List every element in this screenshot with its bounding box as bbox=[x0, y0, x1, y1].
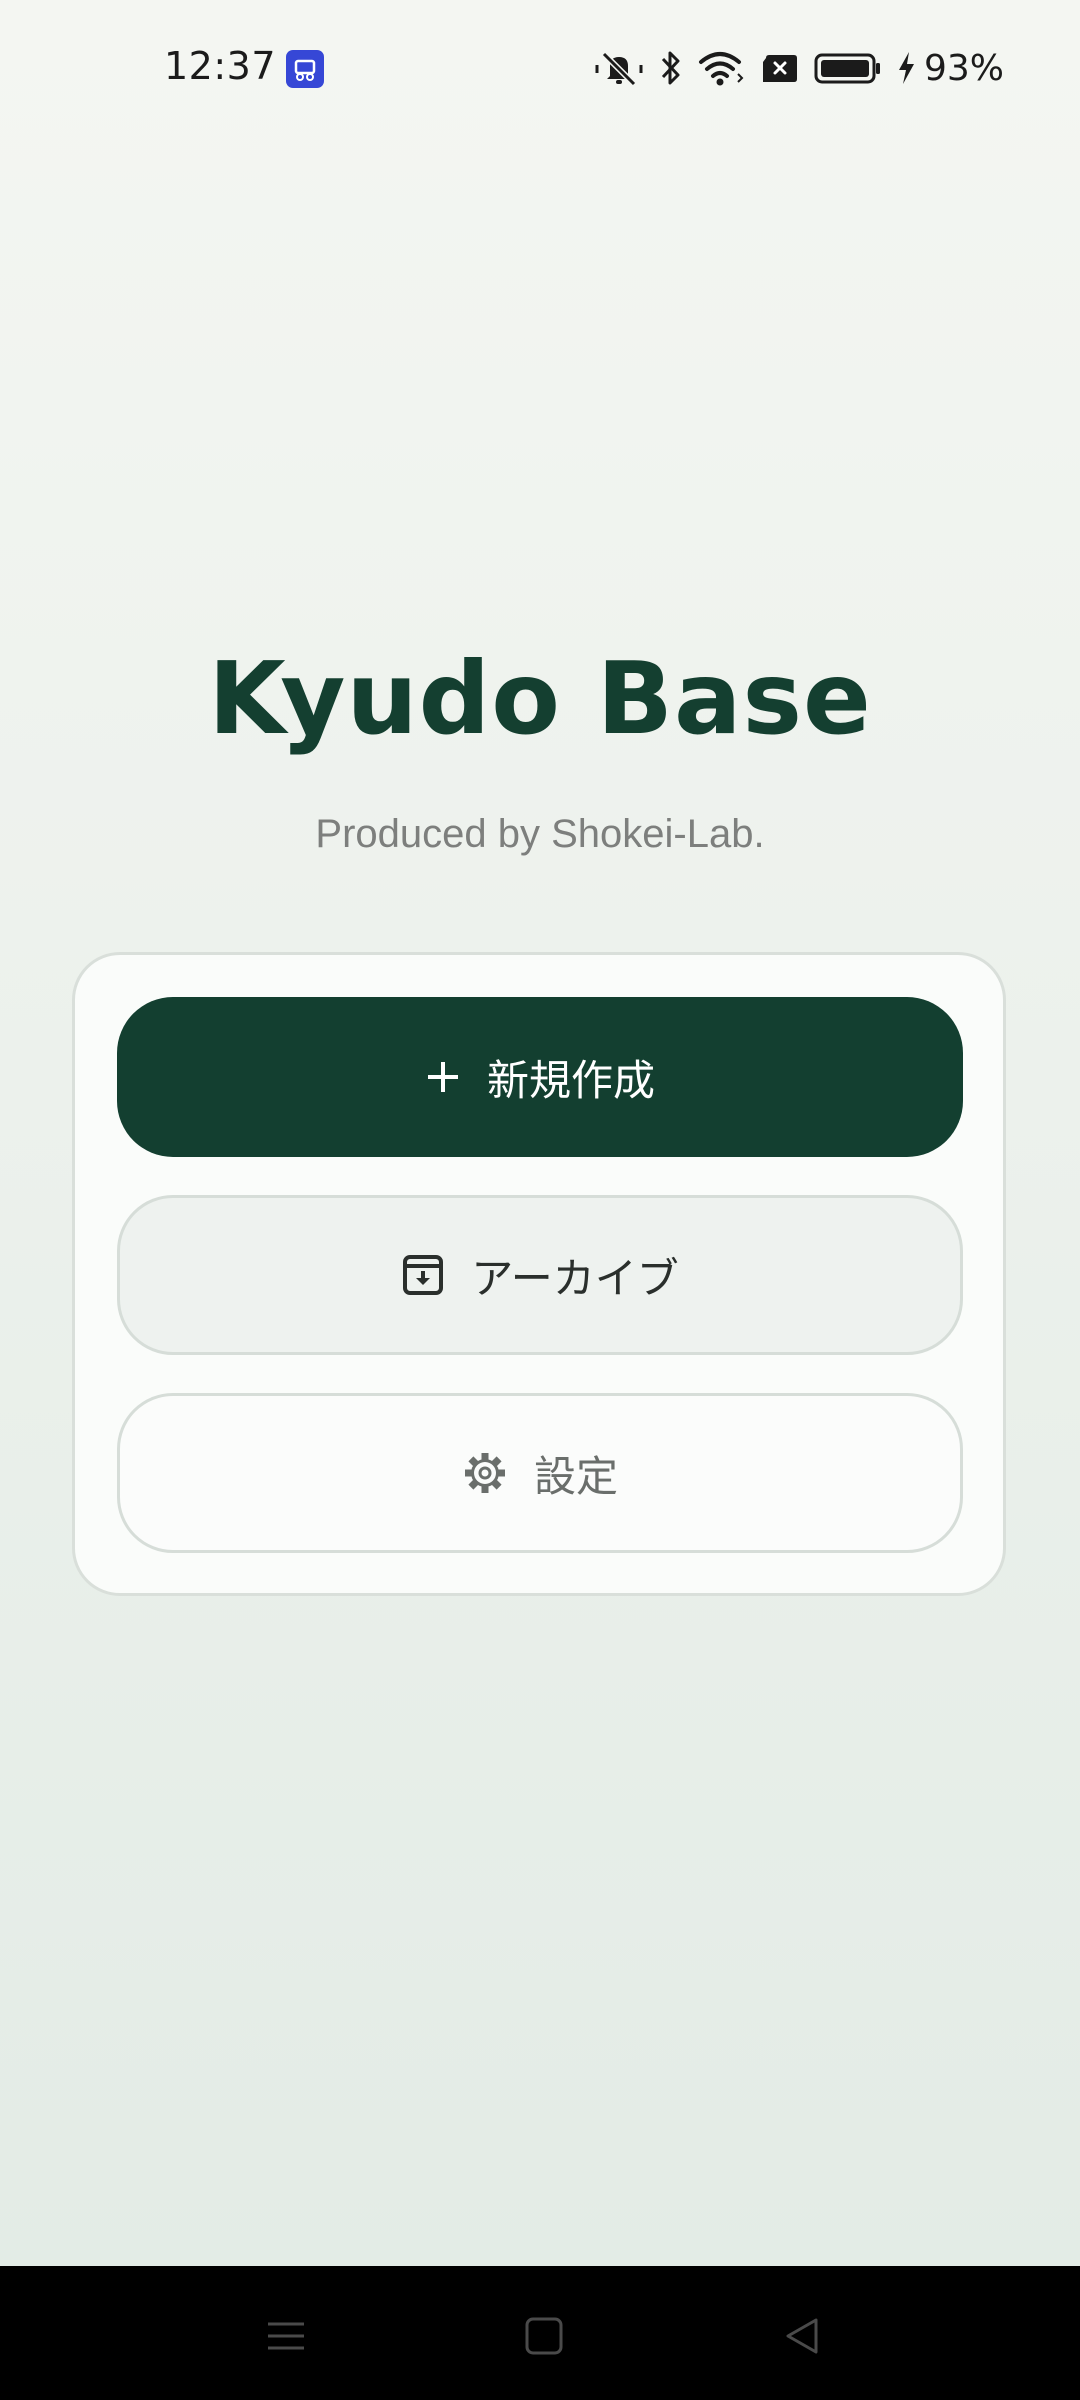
home-icon[interactable] bbox=[514, 2306, 574, 2366]
battery-icon bbox=[814, 48, 882, 88]
settings-button[interactable]: 設定 bbox=[117, 1393, 963, 1553]
new-record-button[interactable]: 新規作成 bbox=[117, 997, 963, 1157]
archive-label: アーカイブ bbox=[471, 1253, 679, 1303]
new-record-label: 新規作成 bbox=[486, 1055, 655, 1105]
menu-icon[interactable] bbox=[256, 2306, 316, 2366]
archive-button[interactable]: アーカイブ bbox=[117, 1195, 963, 1355]
settings-label: 設定 bbox=[533, 1451, 618, 1501]
mute-icon bbox=[594, 48, 644, 88]
navigation-bar bbox=[0, 2266, 1080, 2400]
plus-icon bbox=[425, 1059, 461, 1095]
back-icon[interactable] bbox=[772, 2306, 832, 2366]
no-sim-icon bbox=[760, 48, 800, 88]
app-notification-icon bbox=[286, 50, 324, 88]
status-time: 12:37 bbox=[164, 44, 277, 88]
app-subtitle: Produced by Shokei-Lab. bbox=[315, 812, 765, 856]
archive-icon bbox=[401, 1253, 445, 1297]
status-icons: 93% bbox=[594, 46, 1004, 90]
app-title: Kyudo Base bbox=[208, 640, 872, 757]
status-bar: 12:37 93% bbox=[0, 0, 1080, 136]
wifi-icon bbox=[698, 48, 746, 88]
charging-icon bbox=[896, 48, 916, 88]
battery-percent: 93% bbox=[923, 47, 1004, 89]
gear-icon bbox=[462, 1450, 508, 1496]
bluetooth-icon bbox=[658, 48, 684, 88]
menu-card: 新規作成 アーカイブ 設定 bbox=[72, 952, 1006, 1596]
